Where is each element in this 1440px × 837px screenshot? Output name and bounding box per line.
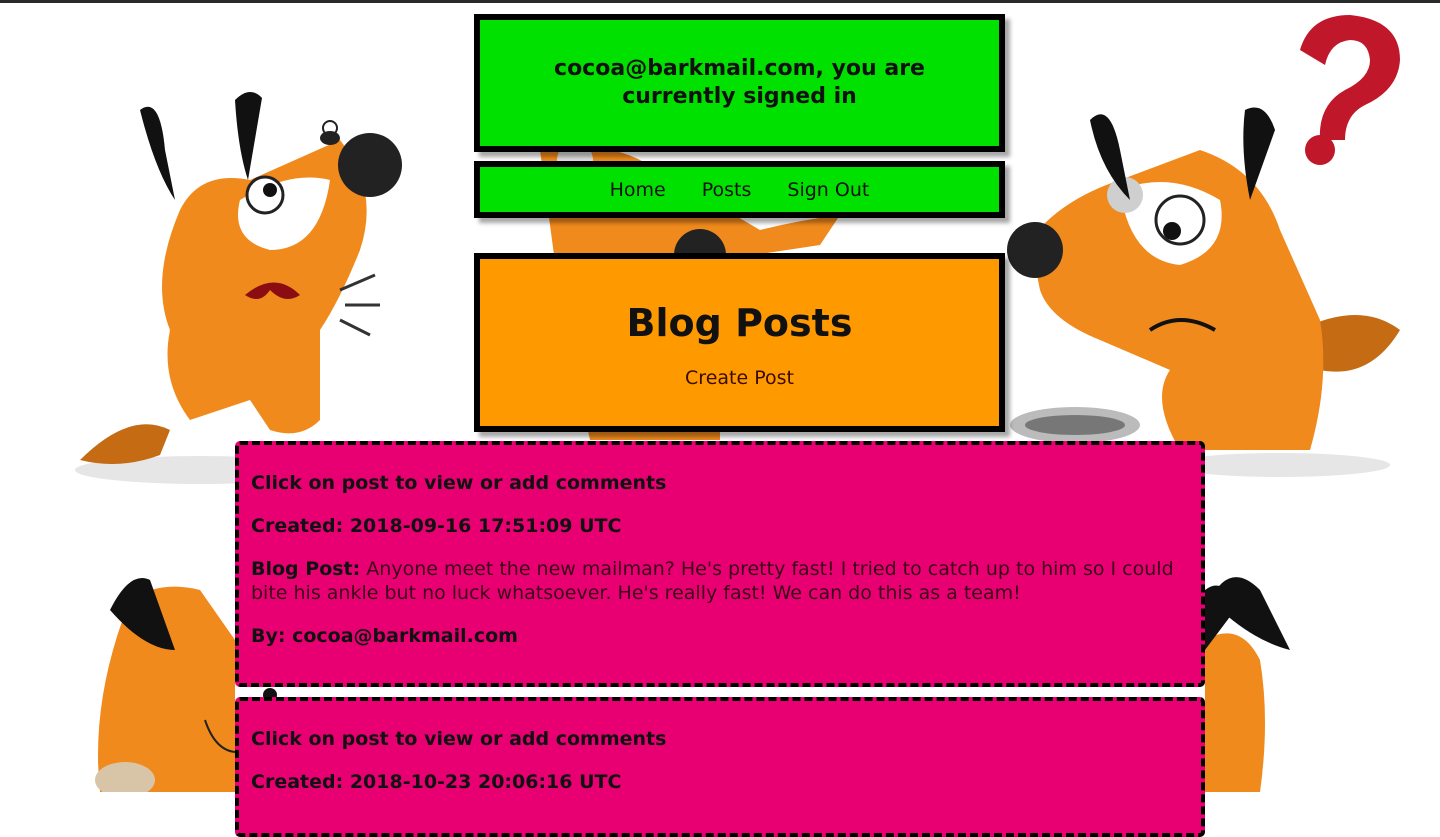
nav-posts-link[interactable]: Posts: [702, 179, 752, 201]
post-created: Created: 2018-09-16 17:51:09 UTC: [251, 514, 1187, 538]
nav-sign-out-link[interactable]: Sign Out: [787, 179, 869, 201]
fly-icon: [320, 120, 340, 145]
post-created: Created: 2018-10-23 20:06:16 UTC: [251, 770, 1187, 794]
post-author-value: cocoa@barkmail.com: [292, 625, 518, 647]
create-post-link[interactable]: Create Post: [685, 367, 794, 389]
page-title: Blog Posts: [626, 301, 853, 345]
blog-post-card[interactable]: Click on post to view or add comments Cr…: [235, 441, 1205, 687]
confused-dog-illustration: [1007, 15, 1400, 477]
post-author-label: By:: [251, 625, 286, 647]
lower-right-dog-illustration: [1205, 577, 1290, 792]
question-mark-icon: [1300, 15, 1400, 165]
post-hint: Click on post to view or add comments: [251, 472, 667, 494]
signed-in-message: cocoa@barkmail.com, you are currently si…: [554, 56, 925, 109]
post-created-label: Created:: [251, 515, 344, 537]
post-body: Blog Post: Anyone meet the new mailman? …: [251, 557, 1187, 605]
post-created-value: 2018-10-23 20:06:16 UTC: [349, 771, 622, 793]
post-author: By: cocoa@barkmail.com: [251, 624, 1187, 648]
main-nav: Home Posts Sign Out: [474, 161, 1005, 218]
post-body-label: Blog Post:: [251, 558, 361, 580]
post-hint: Click on post to view or add comments: [251, 728, 667, 750]
post-created-label: Created:: [251, 771, 344, 793]
post-body-text: Anyone meet the new mailman? He's pretty…: [251, 558, 1174, 604]
nav-home-link[interactable]: Home: [610, 179, 666, 201]
post-created-value: 2018-09-16 17:51:09 UTC: [349, 515, 622, 537]
blog-posts-header: Blog Posts Create Post: [474, 253, 1005, 432]
signed-in-banner: cocoa@barkmail.com, you are currently si…: [474, 14, 1005, 152]
blog-post-card[interactable]: Click on post to view or add comments Cr…: [235, 697, 1205, 837]
barking-dog-illustration: [75, 91, 402, 484]
